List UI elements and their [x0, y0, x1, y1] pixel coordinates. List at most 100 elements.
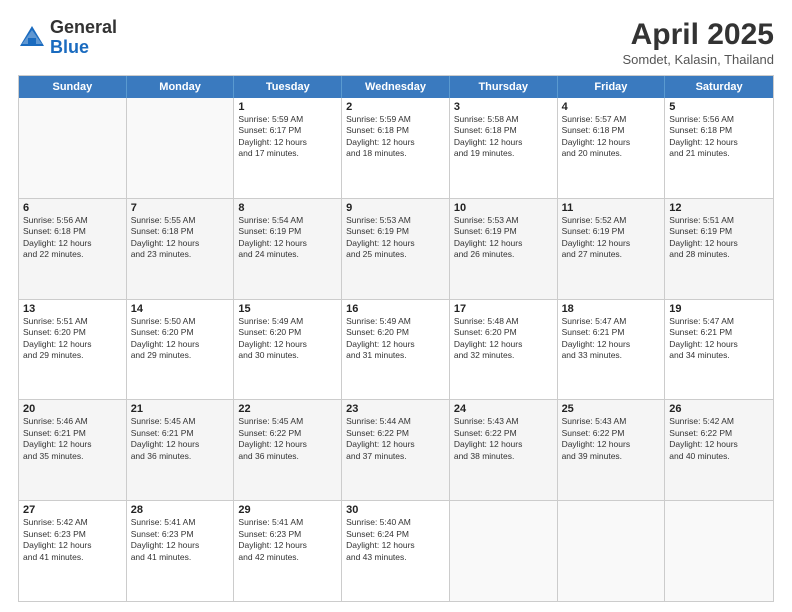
- sun-info: Sunrise: 5:42 AMSunset: 6:22 PMDaylight:…: [669, 416, 769, 462]
- calendar-cell: 21Sunrise: 5:45 AMSunset: 6:21 PMDayligh…: [127, 400, 235, 500]
- calendar-day-header: Thursday: [450, 76, 558, 98]
- calendar-cell: 1Sunrise: 5:59 AMSunset: 6:17 PMDaylight…: [234, 98, 342, 198]
- sun-info: Sunrise: 5:48 AMSunset: 6:20 PMDaylight:…: [454, 316, 553, 362]
- day-number: 5: [669, 101, 769, 113]
- calendar-cell: 10Sunrise: 5:53 AMSunset: 6:19 PMDayligh…: [450, 199, 558, 299]
- logo-text: General Blue: [50, 18, 117, 58]
- day-number: 23: [346, 403, 445, 415]
- calendar-cell: 23Sunrise: 5:44 AMSunset: 6:22 PMDayligh…: [342, 400, 450, 500]
- sun-info: Sunrise: 5:47 AMSunset: 6:21 PMDaylight:…: [669, 316, 769, 362]
- sun-info: Sunrise: 5:56 AMSunset: 6:18 PMDaylight:…: [23, 215, 122, 261]
- calendar-cell: 2Sunrise: 5:59 AMSunset: 6:18 PMDaylight…: [342, 98, 450, 198]
- calendar-cell: 29Sunrise: 5:41 AMSunset: 6:23 PMDayligh…: [234, 501, 342, 601]
- day-number: 3: [454, 101, 553, 113]
- day-number: 11: [562, 202, 661, 214]
- sun-info: Sunrise: 5:59 AMSunset: 6:17 PMDaylight:…: [238, 114, 337, 160]
- day-number: 13: [23, 303, 122, 315]
- calendar-cell: 12Sunrise: 5:51 AMSunset: 6:19 PMDayligh…: [665, 199, 773, 299]
- sun-info: Sunrise: 5:54 AMSunset: 6:19 PMDaylight:…: [238, 215, 337, 261]
- sun-info: Sunrise: 5:50 AMSunset: 6:20 PMDaylight:…: [131, 316, 230, 362]
- calendar-cell: [450, 501, 558, 601]
- calendar-cell: 11Sunrise: 5:52 AMSunset: 6:19 PMDayligh…: [558, 199, 666, 299]
- day-number: 14: [131, 303, 230, 315]
- day-number: 29: [238, 504, 337, 516]
- sun-info: Sunrise: 5:40 AMSunset: 6:24 PMDaylight:…: [346, 517, 445, 563]
- calendar-header: SundayMondayTuesdayWednesdayThursdayFrid…: [19, 76, 773, 98]
- calendar-cell: [19, 98, 127, 198]
- day-number: 28: [131, 504, 230, 516]
- day-number: 15: [238, 303, 337, 315]
- calendar-cell: 26Sunrise: 5:42 AMSunset: 6:22 PMDayligh…: [665, 400, 773, 500]
- day-number: 18: [562, 303, 661, 315]
- sun-info: Sunrise: 5:41 AMSunset: 6:23 PMDaylight:…: [238, 517, 337, 563]
- calendar-cell: 20Sunrise: 5:46 AMSunset: 6:21 PMDayligh…: [19, 400, 127, 500]
- calendar-cell: 18Sunrise: 5:47 AMSunset: 6:21 PMDayligh…: [558, 300, 666, 400]
- sun-info: Sunrise: 5:42 AMSunset: 6:23 PMDaylight:…: [23, 517, 122, 563]
- day-number: 9: [346, 202, 445, 214]
- calendar-cell: 16Sunrise: 5:49 AMSunset: 6:20 PMDayligh…: [342, 300, 450, 400]
- calendar-cell: 8Sunrise: 5:54 AMSunset: 6:19 PMDaylight…: [234, 199, 342, 299]
- day-number: 2: [346, 101, 445, 113]
- calendar-cell: 7Sunrise: 5:55 AMSunset: 6:18 PMDaylight…: [127, 199, 235, 299]
- sun-info: Sunrise: 5:59 AMSunset: 6:18 PMDaylight:…: [346, 114, 445, 160]
- day-number: 12: [669, 202, 769, 214]
- day-number: 17: [454, 303, 553, 315]
- sun-info: Sunrise: 5:58 AMSunset: 6:18 PMDaylight:…: [454, 114, 553, 160]
- sun-info: Sunrise: 5:49 AMSunset: 6:20 PMDaylight:…: [238, 316, 337, 362]
- day-number: 7: [131, 202, 230, 214]
- calendar-day-header: Saturday: [665, 76, 773, 98]
- sun-info: Sunrise: 5:45 AMSunset: 6:21 PMDaylight:…: [131, 416, 230, 462]
- calendar-week-row: 27Sunrise: 5:42 AMSunset: 6:23 PMDayligh…: [19, 500, 773, 601]
- day-number: 27: [23, 504, 122, 516]
- calendar-week-row: 1Sunrise: 5:59 AMSunset: 6:17 PMDaylight…: [19, 98, 773, 198]
- sun-info: Sunrise: 5:41 AMSunset: 6:23 PMDaylight:…: [131, 517, 230, 563]
- day-number: 6: [23, 202, 122, 214]
- sun-info: Sunrise: 5:53 AMSunset: 6:19 PMDaylight:…: [454, 215, 553, 261]
- calendar-cell: 6Sunrise: 5:56 AMSunset: 6:18 PMDaylight…: [19, 199, 127, 299]
- day-number: 21: [131, 403, 230, 415]
- calendar-week-row: 6Sunrise: 5:56 AMSunset: 6:18 PMDaylight…: [19, 198, 773, 299]
- logo: General Blue: [18, 18, 117, 58]
- sun-info: Sunrise: 5:43 AMSunset: 6:22 PMDaylight:…: [454, 416, 553, 462]
- calendar-cell: 17Sunrise: 5:48 AMSunset: 6:20 PMDayligh…: [450, 300, 558, 400]
- day-number: 16: [346, 303, 445, 315]
- calendar-cell: 30Sunrise: 5:40 AMSunset: 6:24 PMDayligh…: [342, 501, 450, 601]
- sun-info: Sunrise: 5:52 AMSunset: 6:19 PMDaylight:…: [562, 215, 661, 261]
- day-number: 25: [562, 403, 661, 415]
- sun-info: Sunrise: 5:55 AMSunset: 6:18 PMDaylight:…: [131, 215, 230, 261]
- calendar: SundayMondayTuesdayWednesdayThursdayFrid…: [18, 75, 774, 602]
- sun-info: Sunrise: 5:46 AMSunset: 6:21 PMDaylight:…: [23, 416, 122, 462]
- calendar-day-header: Sunday: [19, 76, 127, 98]
- location: Somdet, Kalasin, Thailand: [622, 52, 774, 67]
- calendar-cell: 15Sunrise: 5:49 AMSunset: 6:20 PMDayligh…: [234, 300, 342, 400]
- calendar-body: 1Sunrise: 5:59 AMSunset: 6:17 PMDaylight…: [19, 98, 773, 601]
- sun-info: Sunrise: 5:47 AMSunset: 6:21 PMDaylight:…: [562, 316, 661, 362]
- calendar-cell: 22Sunrise: 5:45 AMSunset: 6:22 PMDayligh…: [234, 400, 342, 500]
- calendar-cell: 4Sunrise: 5:57 AMSunset: 6:18 PMDaylight…: [558, 98, 666, 198]
- calendar-day-header: Tuesday: [234, 76, 342, 98]
- calendar-day-header: Monday: [127, 76, 235, 98]
- sun-info: Sunrise: 5:57 AMSunset: 6:18 PMDaylight:…: [562, 114, 661, 160]
- day-number: 22: [238, 403, 337, 415]
- month-year: April 2025: [622, 18, 774, 52]
- day-number: 20: [23, 403, 122, 415]
- calendar-cell: 19Sunrise: 5:47 AMSunset: 6:21 PMDayligh…: [665, 300, 773, 400]
- sun-info: Sunrise: 5:45 AMSunset: 6:22 PMDaylight:…: [238, 416, 337, 462]
- day-number: 1: [238, 101, 337, 113]
- title-block: April 2025 Somdet, Kalasin, Thailand: [622, 18, 774, 67]
- calendar-cell: 25Sunrise: 5:43 AMSunset: 6:22 PMDayligh…: [558, 400, 666, 500]
- calendar-cell: 13Sunrise: 5:51 AMSunset: 6:20 PMDayligh…: [19, 300, 127, 400]
- day-number: 30: [346, 504, 445, 516]
- calendar-cell: 3Sunrise: 5:58 AMSunset: 6:18 PMDaylight…: [450, 98, 558, 198]
- calendar-cell: 9Sunrise: 5:53 AMSunset: 6:19 PMDaylight…: [342, 199, 450, 299]
- day-number: 10: [454, 202, 553, 214]
- sun-info: Sunrise: 5:43 AMSunset: 6:22 PMDaylight:…: [562, 416, 661, 462]
- calendar-cell: [558, 501, 666, 601]
- sun-info: Sunrise: 5:51 AMSunset: 6:20 PMDaylight:…: [23, 316, 122, 362]
- calendar-cell: [665, 501, 773, 601]
- sun-info: Sunrise: 5:44 AMSunset: 6:22 PMDaylight:…: [346, 416, 445, 462]
- calendar-cell: 27Sunrise: 5:42 AMSunset: 6:23 PMDayligh…: [19, 501, 127, 601]
- sun-info: Sunrise: 5:53 AMSunset: 6:19 PMDaylight:…: [346, 215, 445, 261]
- day-number: 8: [238, 202, 337, 214]
- logo-icon: [18, 24, 46, 52]
